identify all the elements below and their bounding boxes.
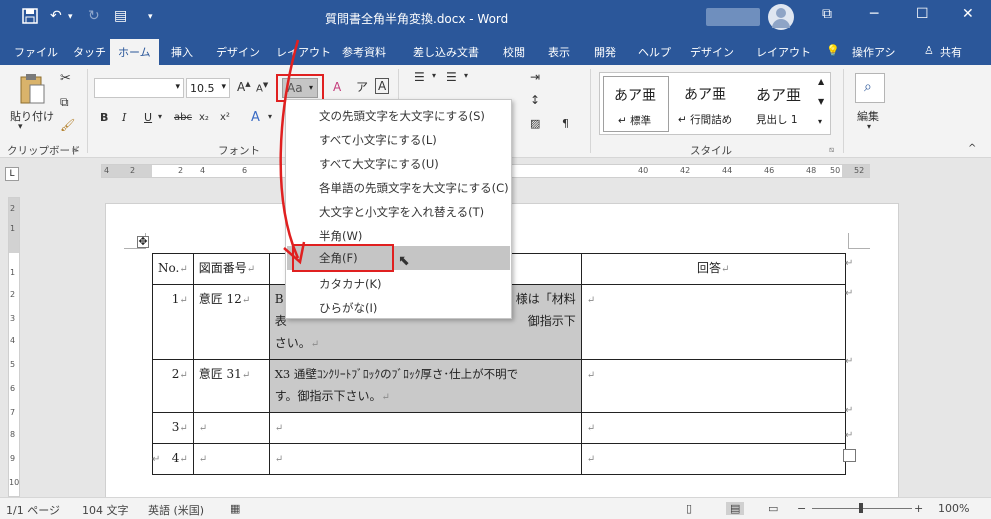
language-indicator[interactable]: 英語 (米国) <box>148 502 204 518</box>
word-count[interactable]: 104 文字 <box>82 502 129 518</box>
read-mode-icon[interactable]: ▯ <box>686 502 692 515</box>
page-count[interactable]: 1/1 ページ <box>6 502 60 518</box>
red-arrow-annotation <box>279 39 306 265</box>
zoom-slider-thumb[interactable] <box>859 503 863 513</box>
status-bar: 1/1 ページ 104 文字 英語 (米国) ▦ ▯ ▤ ▭ − + 100% <box>0 497 991 519</box>
print-layout-icon[interactable]: ▤ <box>726 502 745 515</box>
zoom-level[interactable]: 100% <box>938 502 969 515</box>
web-layout-icon[interactable]: ▭ <box>768 502 778 515</box>
zoom-in-button[interactable]: + <box>914 502 923 515</box>
macro-recording-icon[interactable]: ▦ <box>230 502 240 515</box>
zoom-out-button[interactable]: − <box>797 502 806 515</box>
